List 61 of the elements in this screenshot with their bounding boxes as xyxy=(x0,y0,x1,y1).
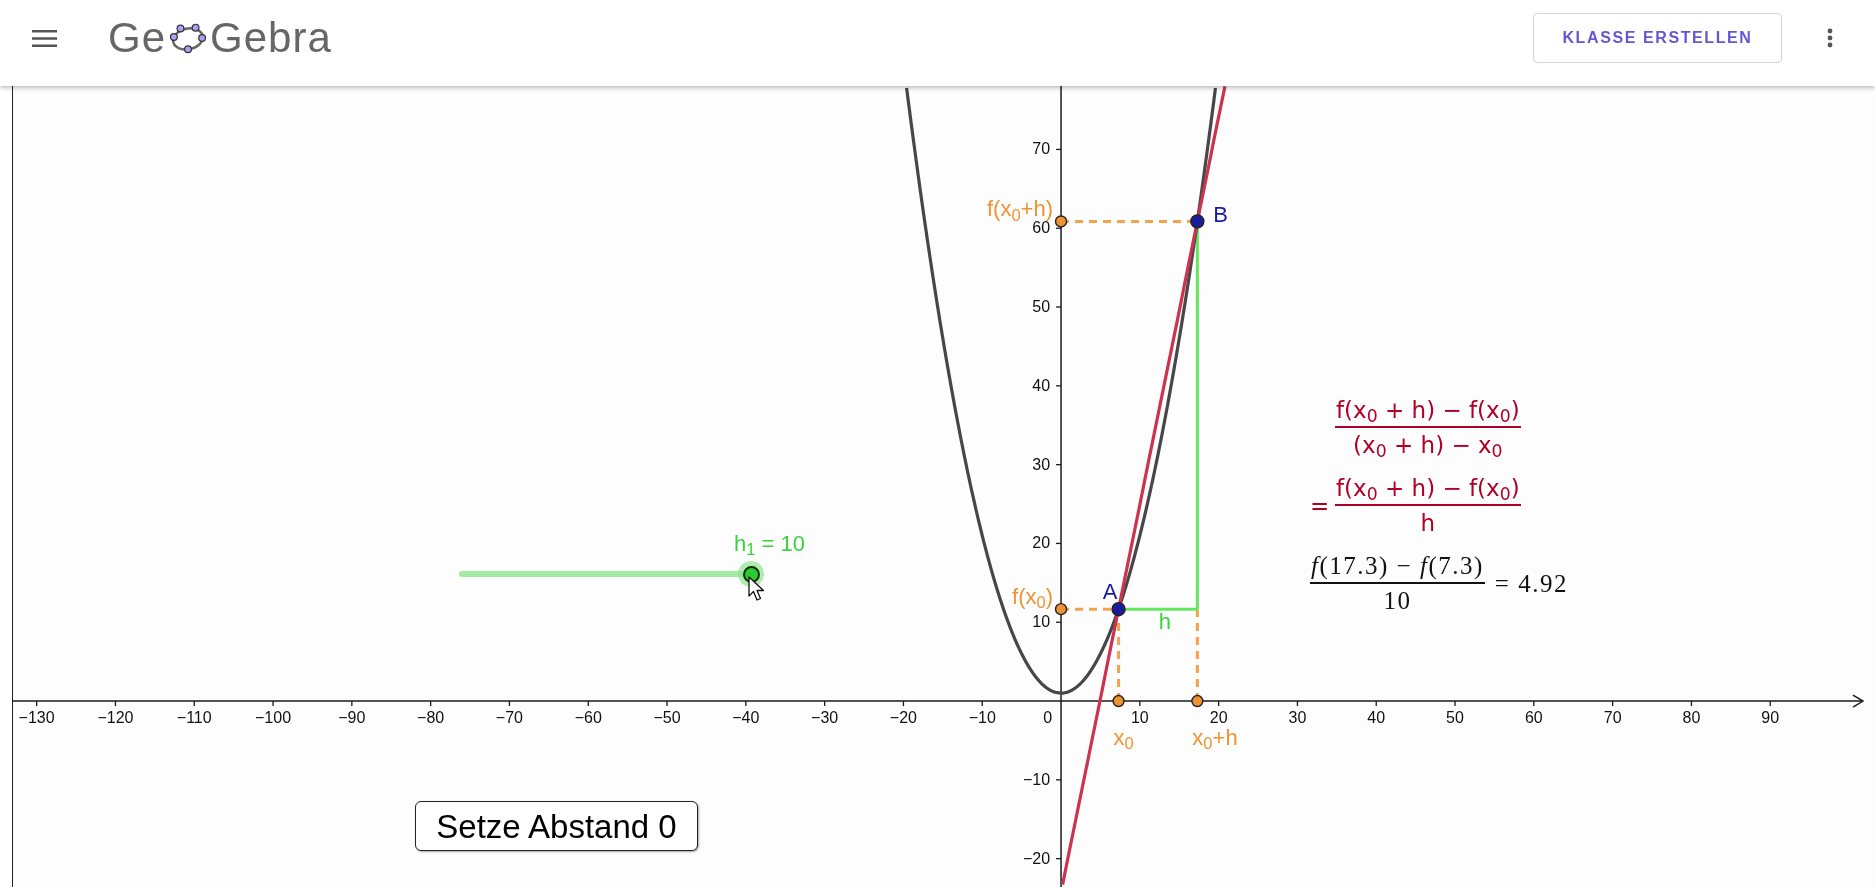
fraction-denominator: 10 xyxy=(1383,586,1412,616)
axis-label: 60 xyxy=(1524,710,1543,727)
point-icon xyxy=(1111,601,1126,617)
slider-track[interactable] xyxy=(459,561,764,587)
logo-link[interactable]: Ge Gebra xyxy=(108,14,332,62)
point-label: f(x$_{0}$+h) xyxy=(986,198,1054,221)
point-icon xyxy=(1054,215,1068,228)
point-label: x$_{0}$ xyxy=(1113,727,1134,750)
axis-label: 90 xyxy=(1761,710,1780,727)
axis-label: −90 xyxy=(338,710,366,727)
formula-result: = 4.92 xyxy=(1494,569,1568,600)
axis-label: 30 xyxy=(1032,456,1051,473)
axis-label: −20 xyxy=(889,710,917,727)
axis-label: −130 xyxy=(18,710,55,727)
fraction-numerator: f(x$_{0}$ + h) − f(x$_{0}$) xyxy=(1335,472,1521,506)
axis-label: −70 xyxy=(495,710,523,727)
fraction-numerator: f(17.3) − f(7.3) xyxy=(1310,550,1485,584)
axis-label: −60 xyxy=(574,710,602,727)
axis-label: 80 xyxy=(1682,710,1701,727)
axis-label: −100 xyxy=(255,710,292,727)
set-distance-button[interactable]: Setze Abstand 0 xyxy=(415,801,698,851)
axis-label: 70 xyxy=(1603,710,1622,727)
fraction-denominator: (x$_{0}$ + h) − x$_{0}$ xyxy=(1353,431,1503,462)
axis-label: −10 xyxy=(1022,771,1051,788)
axis-label: 40 xyxy=(1367,710,1386,727)
axis-label: −50 xyxy=(653,710,681,727)
point-label: B xyxy=(1213,204,1229,227)
axis-label: −120 xyxy=(97,710,134,727)
axis-label: 20 xyxy=(1032,535,1051,552)
axis-label: 40 xyxy=(1032,377,1051,394)
axis-label: −40 xyxy=(732,710,760,727)
axis-label: 30 xyxy=(1288,710,1307,727)
axis-label: 70 xyxy=(1032,141,1051,158)
point-label: A xyxy=(1102,581,1118,604)
point-icon xyxy=(1054,602,1068,616)
axis-label: −110 xyxy=(176,710,212,727)
point-icon xyxy=(1191,694,1204,708)
create-class-button[interactable]: KLASSE ERSTELLEN xyxy=(1533,13,1782,63)
point-label: x$_{0}$+h xyxy=(1192,727,1238,750)
axis-label: −20 xyxy=(1022,850,1051,867)
fraction-numerator: f(x$_{0}$ + h) − f(x$_{0}$) xyxy=(1335,394,1521,428)
axis-label: −80 xyxy=(417,710,445,727)
axis-label: 10 xyxy=(1130,710,1149,727)
axis-label: −10 xyxy=(968,710,996,727)
menu-icon xyxy=(31,29,57,47)
fraction-denominator: h xyxy=(1420,509,1436,538)
point-icon xyxy=(1112,694,1125,708)
axis-label: −30 xyxy=(811,710,839,727)
point-label: f(x$_{0}$) xyxy=(1012,586,1054,609)
cursor-icon xyxy=(748,576,766,602)
slider-label: h$_{1}$ = 10 xyxy=(734,531,805,557)
axis-label: 20 xyxy=(1209,710,1228,727)
axis-label: 50 xyxy=(1446,710,1464,727)
origin-label: 0 xyxy=(1043,710,1053,727)
triangle-label: h xyxy=(1158,611,1172,634)
axis-label: 50 xyxy=(1032,299,1051,316)
point-icon xyxy=(1190,214,1205,229)
axis-label: 10 xyxy=(1032,614,1051,631)
equals-sign: = xyxy=(1310,492,1331,521)
logo-icon xyxy=(168,22,209,54)
more-icon xyxy=(1827,28,1833,48)
